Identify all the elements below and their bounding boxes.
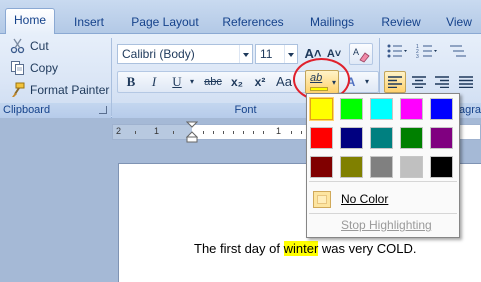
- highlight-color-swatch[interactable]: [430, 127, 453, 149]
- highlight-color-swatch[interactable]: [370, 98, 393, 120]
- ruler-label: 1: [276, 126, 282, 136]
- highlight-color-swatch[interactable]: [340, 127, 363, 149]
- highlight-color-swatch[interactable]: [340, 156, 363, 178]
- ruler-tick: [291, 131, 292, 134]
- align-center-button[interactable]: [408, 72, 430, 92]
- scissors-icon: [10, 38, 26, 54]
- no-color-option[interactable]: No Color: [308, 188, 458, 211]
- ruler-label: 1: [154, 126, 160, 136]
- align-center-icon: [412, 76, 426, 91]
- italic-button[interactable]: I: [143, 72, 165, 92]
- highlight-color-swatch[interactable]: [310, 156, 333, 178]
- align-left-button[interactable]: [384, 71, 406, 93]
- eraser-icon: A: [352, 47, 370, 66]
- ruler-tick: [233, 131, 234, 134]
- highlight-color-menu: No Color Stop Highlighting: [306, 93, 460, 238]
- highlighted-word: winter: [283, 241, 319, 256]
- ruler-tick: [243, 131, 244, 134]
- highlight-color-swatch[interactable]: [400, 98, 423, 120]
- superscript-button[interactable]: x²: [249, 72, 271, 92]
- ruler-tick: [213, 131, 214, 134]
- stop-highlighting-label: Stop Highlighting: [341, 218, 432, 232]
- highlight-color-swatch[interactable]: [400, 127, 423, 149]
- strikethrough-button[interactable]: abc: [201, 72, 225, 92]
- document-text-line[interactable]: The first day of winter was very COLD.: [194, 241, 417, 256]
- ruler-tick: [135, 131, 136, 134]
- cut-label: Cut: [30, 39, 49, 53]
- tab-page-layout[interactable]: Page Layout: [124, 11, 206, 33]
- highlight-color-swatch[interactable]: [370, 127, 393, 149]
- align-left-icon: [388, 76, 402, 91]
- underline-dropdown[interactable]: ▾: [186, 72, 198, 92]
- font-name-value: Calibri (Body): [122, 47, 195, 61]
- ruler-tick: [203, 131, 204, 134]
- no-color-icon: [313, 191, 331, 208]
- ruler-left-margin: [113, 125, 192, 139]
- chevron-down-icon: ▾: [189, 77, 194, 86]
- menu-separator: [309, 181, 457, 182]
- bullets-button[interactable]: [384, 44, 410, 64]
- ruler-tick: [263, 131, 264, 134]
- stop-highlighting-option[interactable]: Stop Highlighting: [308, 214, 458, 237]
- numbered-list-icon: 123: [416, 44, 438, 61]
- ruler-tick: [253, 131, 254, 134]
- highlight-color-swatch[interactable]: [430, 156, 453, 178]
- ribbon-tab-bar: Home Insert Page Layout References Maili…: [0, 0, 481, 35]
- highlight-color-swatch[interactable]: [430, 98, 453, 120]
- highlight-color-swatch[interactable]: [400, 156, 423, 178]
- copy-label: Copy: [30, 61, 59, 75]
- format-painter-button[interactable]: Format Painter: [10, 81, 109, 99]
- svg-text:A: A: [353, 47, 359, 57]
- dialog-launcher-icon[interactable]: [99, 106, 107, 114]
- tab-review[interactable]: Review: [376, 11, 426, 33]
- highlight-color-swatch[interactable]: [310, 127, 333, 149]
- chevron-down-icon: ▾: [364, 77, 369, 86]
- cut-button[interactable]: Cut: [10, 37, 49, 55]
- bullet-list-icon: [386, 44, 408, 61]
- subscript-button[interactable]: x₂: [226, 72, 248, 92]
- numbering-button[interactable]: 123: [414, 44, 440, 64]
- ruler-tick: [173, 131, 174, 134]
- align-right-button[interactable]: [431, 72, 453, 92]
- tab-insert[interactable]: Insert: [66, 11, 112, 33]
- multilevel-list-button[interactable]: [444, 44, 474, 64]
- tab-mailings[interactable]: Mailings: [302, 11, 362, 33]
- justify-button[interactable]: [455, 72, 477, 92]
- highlight-color-swatch[interactable]: [370, 156, 393, 178]
- copy-button[interactable]: Copy: [10, 59, 58, 77]
- document-text: The first day of: [194, 241, 284, 256]
- format-painter-label: Format Painter: [30, 83, 110, 97]
- underline-button[interactable]: U: [166, 72, 188, 92]
- chevron-down-icon[interactable]: [284, 45, 297, 63]
- document-text: was very COLD.: [318, 241, 417, 256]
- bold-button[interactable]: B: [120, 72, 142, 92]
- clipboard-group-label: Clipboard: [0, 103, 111, 118]
- font-name-combo[interactable]: Calibri (Body): [117, 44, 253, 64]
- ruler-label: 2: [116, 126, 122, 136]
- tab-references[interactable]: References: [218, 11, 288, 33]
- chevron-down-icon[interactable]: [239, 45, 252, 63]
- font-color-dropdown[interactable]: ▾: [361, 72, 373, 92]
- indent-marker-icon[interactable]: [186, 121, 198, 143]
- justify-icon: [459, 76, 473, 91]
- svg-text:3: 3: [416, 54, 419, 58]
- copy-icon: [10, 60, 26, 76]
- tab-view[interactable]: View: [440, 11, 478, 33]
- change-case-button[interactable]: Aa: [273, 72, 295, 92]
- align-right-icon: [435, 76, 449, 91]
- ruler-tick: [223, 131, 224, 134]
- no-color-label: No Color: [341, 192, 389, 206]
- font-size-combo[interactable]: 11: [255, 44, 298, 64]
- highlight-color-swatch[interactable]: [340, 98, 363, 120]
- paintbrush-icon: [10, 82, 26, 98]
- font-size-value: 11: [260, 47, 273, 61]
- multilevel-list-icon: [448, 45, 470, 61]
- tab-home[interactable]: Home: [5, 8, 55, 35]
- clear-formatting-button[interactable]: A: [349, 43, 373, 65]
- ruler-tick: [301, 131, 302, 134]
- highlight-color-swatch[interactable]: [309, 97, 334, 121]
